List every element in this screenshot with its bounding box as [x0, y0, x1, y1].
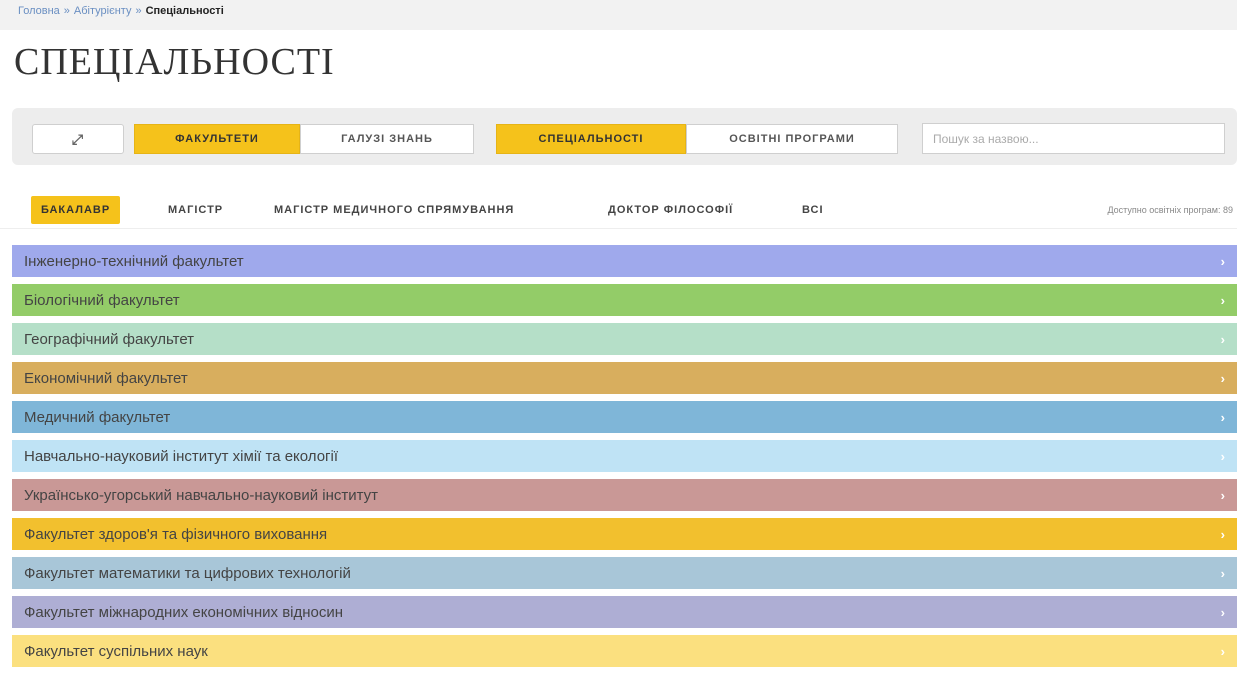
tab-all[interactable]: ВСІ: [792, 196, 834, 224]
faculty-row[interactable]: Економічний факультет ›: [12, 362, 1237, 394]
faculty-name: Українсько-угорський навчально-науковий …: [24, 486, 379, 504]
chevron-right-icon: ›: [1220, 448, 1225, 464]
chevron-right-icon: ›: [1220, 331, 1225, 347]
breadcrumb-current: Спеціальності: [145, 5, 224, 17]
expand-arrows-icon: ⤢: [71, 130, 85, 147]
tab-medical-master[interactable]: МАГІСТР МЕДИЧНОГО СПРЯМУВАННЯ: [264, 196, 524, 224]
faculty-name: Факультет міжнародних економічних віднос…: [24, 603, 344, 621]
chevron-right-icon: ›: [1220, 370, 1225, 386]
breadcrumb-separator: »: [135, 5, 142, 17]
faculty-name: Інженерно-технічний факультет: [24, 252, 244, 270]
tab-bachelor[interactable]: БАКАЛАВР: [31, 196, 121, 224]
expand-button[interactable]: ⤢: [32, 124, 124, 154]
search-input[interactable]: [922, 123, 1225, 154]
faculty-row[interactable]: Біологічний факультет ›: [12, 284, 1237, 316]
faculty-row[interactable]: Інженерно-технічний факультет ›: [12, 245, 1237, 277]
faculty-row[interactable]: Факультет здоров'я та фізичного вихованн…: [12, 518, 1237, 550]
faculty-row[interactable]: Навчально-науковий інститут хімії та еко…: [12, 440, 1237, 472]
faculty-name: Факультет здоров'я та фізичного вихованн…: [24, 525, 328, 543]
chevron-right-icon: ›: [1220, 604, 1225, 620]
tab-master[interactable]: МАГІСТР: [158, 196, 233, 224]
faculty-list: Інженерно-технічний факультет › Біологічни…: [12, 245, 1237, 674]
chevron-right-icon: ›: [1220, 565, 1225, 581]
faculty-name: Економічний факультет: [24, 369, 188, 387]
breadcrumb-link-home[interactable]: Головна: [18, 5, 60, 17]
faculty-row[interactable]: Медичний факультет ›: [12, 401, 1237, 433]
breadcrumb-link-applicants[interactable]: Абітурієнту: [74, 5, 132, 17]
faculty-name: Факультет суспільних наук: [24, 642, 208, 660]
faculty-row[interactable]: Географічний факультет ›: [12, 323, 1237, 355]
filter-toolbar: ⤢ ФАКУЛЬТЕТИ ГАЛУЗІ ЗНАНЬ СПЕЦІАЛЬНОСТІ …: [12, 108, 1237, 165]
faculty-row[interactable]: Факультет міжнародних економічних віднос…: [12, 596, 1237, 628]
faculty-name: Навчально-науковий інститут хімії та еко…: [24, 447, 339, 465]
page-title: СПЕЦІАЛЬНОСТІ: [14, 41, 335, 83]
chevron-right-icon: ›: [1220, 643, 1225, 659]
chevron-right-icon: ›: [1220, 409, 1225, 425]
faculty-row[interactable]: Факультет суспільних наук ›: [12, 635, 1237, 667]
breadcrumb-separator: »: [63, 5, 70, 17]
chevron-right-icon: ›: [1220, 292, 1225, 308]
view-programs-button[interactable]: ОСВІТНІ ПРОГРАМИ: [686, 124, 898, 154]
chevron-right-icon: ›: [1220, 253, 1225, 269]
degree-level-tabs: БАКАЛАВР МАГІСТР МАГІСТР МЕДИЧНОГО СПРЯМ…: [0, 196, 1237, 229]
faculty-name: Біологічний факультет: [24, 291, 180, 309]
view-specialties-button[interactable]: СПЕЦІАЛЬНОСТІ: [496, 124, 686, 154]
faculty-name: Факультет математики та цифрових техноло…: [24, 564, 351, 582]
group-by-fields-button[interactable]: ГАЛУЗІ ЗНАНЬ: [300, 124, 474, 154]
faculty-row[interactable]: Українсько-угорський навчально-науковий …: [12, 479, 1237, 511]
breadcrumb: Головна» Абітурієнту» Спеціальності: [0, 0, 1237, 30]
chevron-right-icon: ›: [1220, 487, 1225, 503]
faculty-name: Географічний факультет: [24, 330, 195, 348]
group-by-faculties-button[interactable]: ФАКУЛЬТЕТИ: [134, 124, 300, 154]
chevron-right-icon: ›: [1220, 526, 1225, 542]
tab-phd[interactable]: ДОКТОР ФІЛОСОФІЇ: [598, 196, 743, 224]
faculty-row[interactable]: Факультет математики та цифрових техноло…: [12, 557, 1237, 589]
faculty-name: Медичний факультет: [24, 408, 171, 426]
available-programs-count: Доступно освітніх програм: 89: [1107, 205, 1233, 215]
